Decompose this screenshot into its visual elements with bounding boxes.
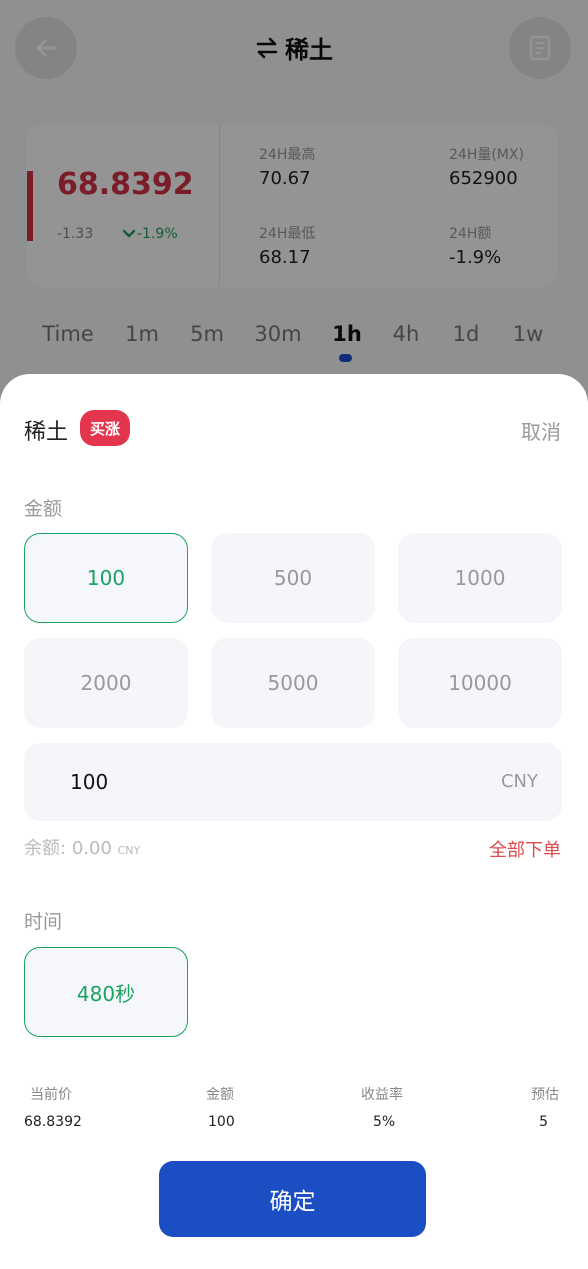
- confirm-button[interactable]: 确定: [159, 1161, 426, 1237]
- summary-current-price: 当前价 68.8392: [24, 1084, 82, 1130]
- summary-value: 68.8392: [24, 1114, 82, 1130]
- amount-option-500[interactable]: 500: [211, 533, 375, 623]
- cancel-button[interactable]: 取消: [521, 416, 561, 445]
- amount-input-value: 100: [70, 770, 109, 794]
- amount-input[interactable]: 100 CNY: [24, 743, 562, 821]
- summary-value: 5%: [373, 1114, 396, 1130]
- amount-option-10000[interactable]: 10000: [398, 638, 562, 728]
- summary-amount: 金额 100: [206, 1084, 235, 1130]
- amount-label: 金额: [24, 498, 63, 520]
- summary-label: 预估: [531, 1087, 559, 1103]
- summary-value: 5: [539, 1114, 548, 1130]
- summary-label: 当前价: [30, 1087, 72, 1103]
- time-option-480s[interactable]: 480秒: [24, 947, 188, 1037]
- time-label: 时间: [24, 911, 63, 933]
- summary-value: 100: [208, 1114, 235, 1130]
- balance-value: 0.00: [71, 838, 112, 859]
- balance-label: 余额:: [24, 838, 67, 859]
- order-sheet: 稀土 买涨 取消 金额 100 500 1000 2000 5000 10000…: [0, 374, 588, 1269]
- summary-estimate: 预估 5: [531, 1084, 559, 1130]
- summary-yield: 收益率 5%: [361, 1084, 403, 1130]
- amount-option-2000[interactable]: 2000: [24, 638, 188, 728]
- buy-up-badge: 买涨: [80, 410, 131, 446]
- all-order-link[interactable]: 全部下单: [489, 836, 561, 862]
- summary-label: 收益率: [361, 1087, 403, 1103]
- amount-option-1000[interactable]: 1000: [398, 533, 562, 623]
- sheet-title: 稀土: [24, 420, 69, 445]
- summary-label: 金额: [206, 1087, 234, 1103]
- balance: 余额: 0.00 CNY: [24, 834, 140, 860]
- amount-option-100[interactable]: 100: [24, 533, 188, 623]
- balance-unit: CNY: [117, 844, 141, 857]
- amount-option-5000[interactable]: 5000: [211, 638, 375, 728]
- amount-input-unit: CNY: [500, 771, 538, 792]
